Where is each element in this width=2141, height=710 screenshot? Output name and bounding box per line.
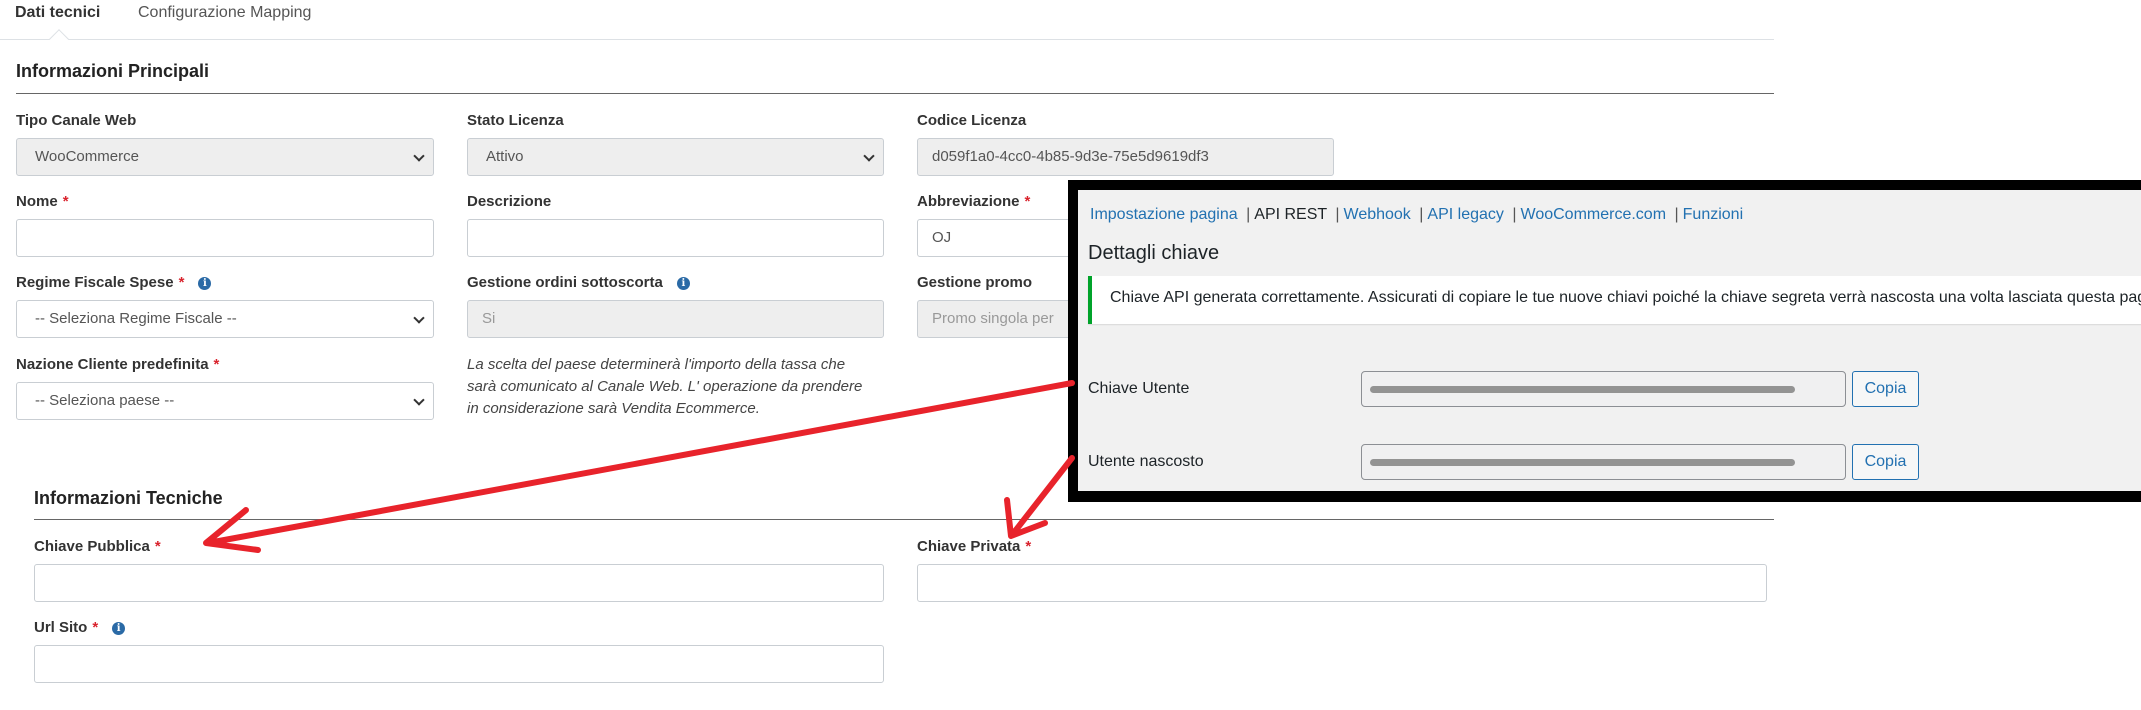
chevron-down-icon	[413, 312, 425, 324]
subnav-api-legacy[interactable]: API legacy	[1427, 206, 1503, 223]
section-title-principali: Informazioni Principali	[16, 61, 210, 81]
section-title-tecniche: Informazioni Tecniche	[34, 488, 223, 508]
subnav-separator: |	[1512, 206, 1517, 223]
consumer-key-label: Chiave Utente	[1088, 380, 1190, 397]
chiave-pubblica-input[interactable]	[34, 564, 884, 602]
success-notice: Chiave API generata correttamente. Assic…	[1088, 276, 2141, 324]
note-line: in considerazione sarà Vendita Ecommerce…	[467, 400, 760, 417]
label-gestione-promo: Gestione promo	[917, 274, 1033, 291]
chevron-down-icon	[863, 150, 875, 162]
subnav-woocommerce-com[interactable]: WooCommerce.com	[1521, 206, 1667, 223]
label-nazione-cliente: Nazione Cliente predefinita *	[16, 356, 220, 373]
label-codice-licenza: Codice Licenza	[917, 112, 1027, 129]
chevron-down-icon	[413, 394, 425, 406]
info-icon[interactable]: i	[676, 277, 690, 290]
gestione-ordini-field[interactable]: Si	[467, 300, 884, 338]
descrizione-input[interactable]	[467, 219, 884, 257]
note-line: sarà comunicato al Canale Web. L' operaz…	[467, 378, 863, 395]
subnav-separator: |	[1246, 206, 1251, 223]
subnav-separator: |	[1674, 206, 1679, 223]
label-chiave-privata: Chiave Privata *	[917, 538, 1032, 555]
section-divider	[16, 93, 1774, 94]
url-sito-input[interactable]	[34, 645, 884, 683]
label-chiave-pubblica: Chiave Pubblica *	[34, 538, 161, 555]
info-icon[interactable]: i	[198, 277, 212, 290]
label-abbreviazione: Abbreviazione *	[917, 193, 1031, 210]
subnav-separator: |	[1419, 206, 1424, 223]
chiave-privata-input[interactable]	[917, 564, 1767, 602]
arrow-to-chiave-privata	[1004, 455, 1075, 539]
section-divider	[34, 519, 1774, 520]
woocommerce-subnav: Impostazione pagina | API REST | Webhook |…	[1090, 206, 1743, 224]
consumer-key-field[interactable]	[1361, 371, 1846, 407]
chevron-down-icon	[413, 150, 425, 162]
label-regime-fiscale: Regime Fiscale Spese * i	[16, 274, 212, 291]
tab-dati-tecnici[interactable]: Dati tecnici	[15, 4, 100, 22]
subnav-separator: |	[1335, 206, 1340, 223]
key-details-title: Dettagli chiave	[1088, 242, 1220, 264]
subnav-webhook[interactable]: Webhook	[1344, 206, 1411, 223]
note-line: La scelta del paese determinerà l'import…	[467, 356, 846, 373]
redaction-scribble	[1370, 386, 1795, 393]
info-icon[interactable]: i	[112, 622, 126, 635]
tipo-canale-select[interactable]: WooCommerce	[16, 138, 434, 176]
nome-input[interactable]	[16, 219, 434, 257]
success-notice-text: Chiave API generata correttamente. Assic…	[1110, 289, 2141, 306]
woocommerce-key-panel: Impostazione pagina | API REST | Webhook |…	[1078, 190, 2141, 491]
label-stato-licenza: Stato Licenza	[467, 112, 564, 129]
stato-licenza-select[interactable]: Attivo	[467, 138, 884, 176]
label-gestione-ordini: Gestione ordini sottoscorta i	[467, 274, 690, 291]
label-url-sito: Url Sito * i	[34, 619, 126, 636]
tab-bar: Dati tecnici Configurazione Mapping	[0, 0, 1774, 49]
regime-fiscale-select[interactable]: -- Seleziona Regime Fiscale --	[16, 300, 434, 338]
codice-licenza-field[interactable]: d059f1a0-4cc0-4b85-9d3e-75e5d9619df3	[917, 138, 1334, 176]
consumer-secret-field[interactable]	[1361, 444, 1846, 480]
subnav-impostazione-pagina[interactable]: Impostazione pagina	[1090, 206, 1238, 223]
copy-consumer-key-button[interactable]: Copia	[1852, 371, 1919, 407]
nazione-help-note: La scelta del paese determinerà l'import…	[467, 354, 877, 420]
label-descrizione: Descrizione	[467, 193, 552, 210]
label-nome: Nome *	[16, 193, 69, 210]
subnav-funzioni[interactable]: Funzioni	[1683, 206, 1743, 223]
copy-consumer-secret-button[interactable]: Copia	[1852, 444, 1919, 480]
tab-configurazione-mapping[interactable]: Configurazione Mapping	[138, 4, 311, 22]
consumer-secret-label: Utente nascosto	[1088, 453, 1204, 470]
subnav-api-rest[interactable]: API REST	[1254, 206, 1327, 223]
redaction-scribble	[1370, 459, 1795, 466]
woocommerce-key-screenshot: Impostazione pagina | API REST | Webhook |…	[1068, 180, 2141, 502]
nazione-cliente-select[interactable]: -- Seleziona paese --	[16, 382, 434, 420]
active-tab-notch	[49, 29, 69, 49]
label-tipo-canale: Tipo Canale Web	[16, 112, 137, 129]
